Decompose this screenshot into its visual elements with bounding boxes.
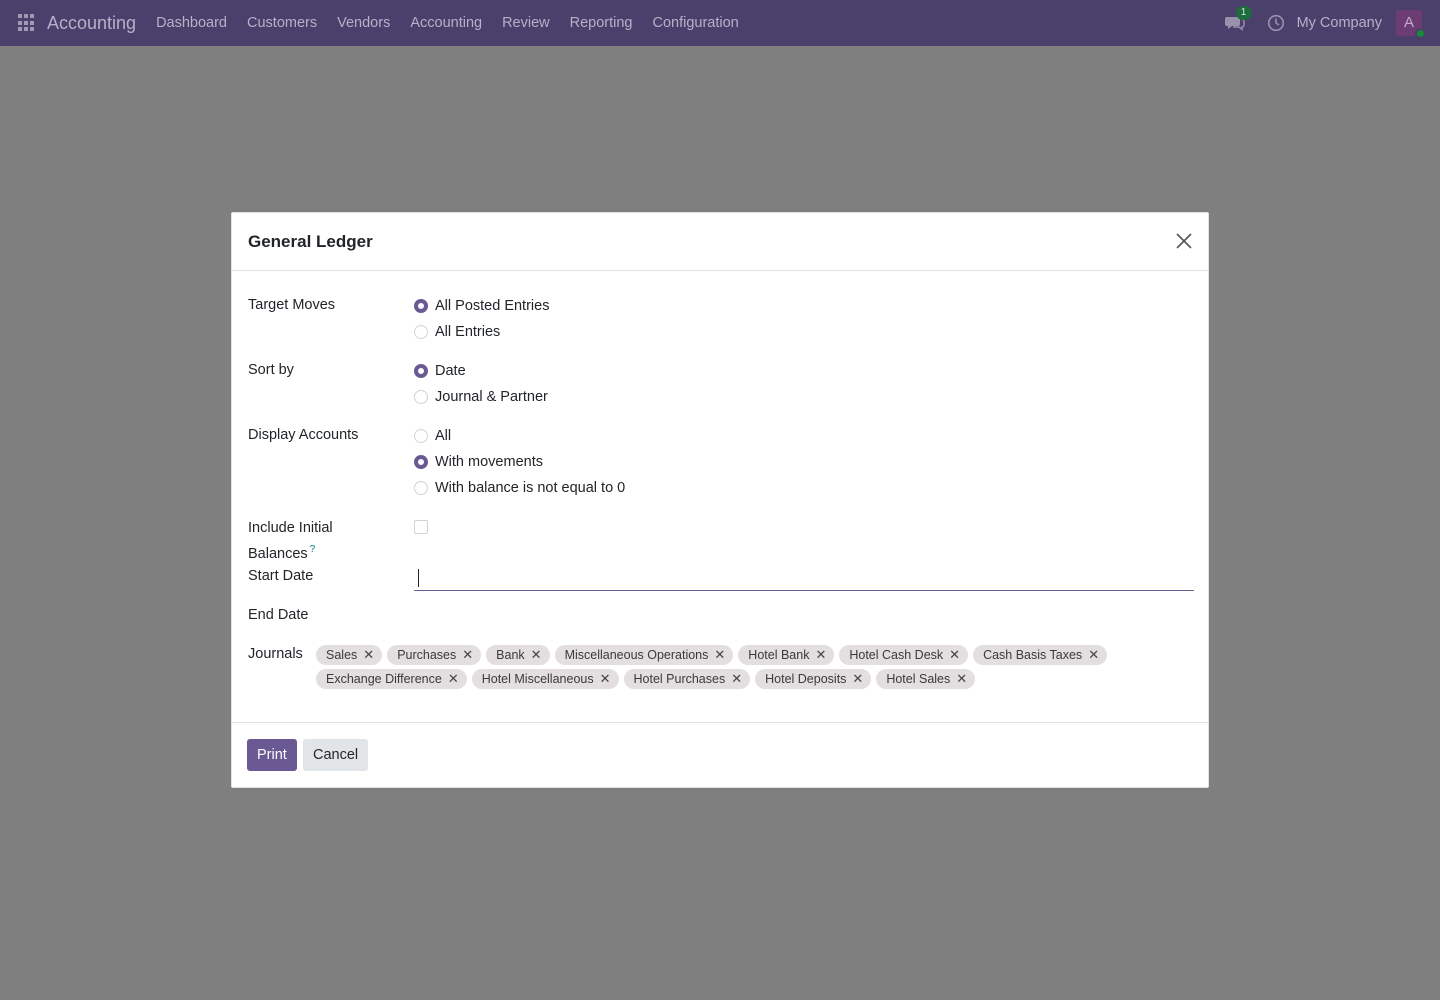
remove-tag-icon[interactable]: ✕ [531, 645, 542, 665]
message-count-badge: 1 [1235, 6, 1252, 20]
radio-button[interactable] [414, 325, 428, 339]
online-status-dot [1415, 28, 1426, 39]
journal-tag: Exchange Difference ✕ [316, 669, 467, 689]
dialog-header: General Ledger [232, 213, 1208, 271]
close-icon[interactable] [1174, 231, 1194, 251]
tag-label: Cash Basis Taxes [983, 648, 1083, 662]
journal-tag: Hotel Bank ✕ [738, 645, 835, 665]
include-initial-balances-checkbox[interactable] [414, 520, 428, 534]
radio-display-all[interactable]: All [414, 426, 451, 446]
menu-accounting[interactable]: Accounting [400, 15, 492, 31]
journals-tag-list: Sales ✕ Purchases ✕ Bank ✕ Miscellaneous Op… [316, 645, 1186, 689]
radio-button-checked[interactable] [414, 455, 428, 469]
remove-tag-icon[interactable]: ✕ [956, 669, 967, 689]
messaging-icon[interactable]: 1 [1224, 6, 1252, 33]
tag-label: Hotel Cash Desk [849, 648, 944, 662]
dialog-title: General Ledger [248, 232, 373, 251]
radio-label: Date [435, 363, 466, 379]
radio-label: Journal & Partner [435, 389, 548, 405]
menu-customers[interactable]: Customers [237, 15, 327, 31]
journal-tag: Hotel Miscellaneous ✕ [471, 669, 619, 689]
remove-tag-icon[interactable]: ✕ [852, 669, 863, 689]
journal-tag: Cash Basis Taxes ✕ [973, 645, 1108, 665]
navbar-systray: 1 My Company A [1224, 0, 1440, 46]
menu-configuration[interactable]: Configuration [643, 15, 749, 31]
radio-label: All Posted Entries [435, 298, 550, 314]
tag-label: Hotel Miscellaneous [481, 672, 594, 686]
journal-tag: Miscellaneous Operations ✕ [554, 645, 734, 665]
journal-tag: Hotel Deposits ✕ [755, 669, 872, 689]
initial-balances-label: Include Initial Balances? [248, 518, 333, 565]
radio-button-checked[interactable] [414, 299, 428, 313]
tag-label: Hotel Purchases [633, 672, 726, 686]
tag-label: Hotel Bank [748, 648, 810, 662]
radio-label: With movements [435, 454, 543, 470]
app-brand[interactable]: Accounting [47, 13, 136, 34]
tag-label: Sales [326, 648, 358, 662]
start-date-input[interactable] [414, 565, 1194, 591]
print-button[interactable]: Print [247, 739, 297, 771]
tag-label: Hotel Deposits [765, 672, 847, 686]
remove-tag-icon[interactable]: ✕ [731, 669, 742, 689]
remove-tag-icon[interactable]: ✕ [448, 669, 459, 689]
display-accounts-label: Display Accounts [248, 427, 359, 443]
help-tooltip-icon[interactable]: ? [310, 544, 316, 555]
journal-tag: Hotel Cash Desk ✕ [839, 645, 969, 665]
radio-display-with-movements[interactable]: With movements [414, 452, 543, 472]
radio-button[interactable] [414, 429, 428, 443]
radio-display-nonzero-balance[interactable]: With balance is not equal to 0 [414, 478, 625, 498]
avatar-initial: A [1403, 14, 1414, 31]
journals-label: Journals [248, 646, 303, 662]
top-navbar: Accounting Dashboard Customers Vendors A… [0, 0, 1440, 46]
menu-reporting[interactable]: Reporting [560, 15, 643, 31]
radio-label: With balance is not equal to 0 [435, 480, 626, 496]
remove-tag-icon[interactable]: ✕ [363, 645, 374, 665]
text-cursor [418, 569, 419, 587]
cancel-button[interactable]: Cancel [303, 739, 369, 771]
remove-tag-icon[interactable]: ✕ [600, 669, 611, 689]
journal-tag: Hotel Sales ✕ [876, 669, 976, 689]
radio-label: All [435, 428, 452, 444]
radio-sort-date[interactable]: Date [414, 361, 466, 381]
radio-button[interactable] [414, 390, 428, 404]
radio-button-checked[interactable] [414, 364, 428, 378]
target-moves-label: Target Moves [248, 297, 336, 313]
menu-review[interactable]: Review [492, 15, 560, 31]
journal-tag: Sales ✕ [316, 645, 383, 665]
user-avatar[interactable]: A [1396, 10, 1426, 39]
menu-dashboard[interactable]: Dashboard [146, 15, 237, 31]
radio-all-posted-entries[interactable]: All Posted Entries [414, 296, 549, 316]
remove-tag-icon[interactable]: ✕ [815, 645, 826, 665]
journal-tag: Bank ✕ [486, 645, 550, 665]
radio-sort-journal-partner[interactable]: Journal & Partner [414, 387, 548, 407]
apps-grid-icon[interactable] [18, 14, 36, 32]
journal-tag: Purchases ✕ [387, 645, 482, 665]
tag-label: Bank [496, 648, 525, 662]
sort-by-label: Sort by [248, 362, 294, 378]
remove-tag-icon[interactable]: ✕ [1088, 645, 1099, 665]
tag-label: Exchange Difference [326, 672, 442, 686]
remove-tag-icon[interactable]: ✕ [949, 645, 960, 665]
radio-button[interactable] [414, 481, 428, 495]
initial-balances-label-line1: Include Initial [248, 520, 333, 536]
activity-clock-icon[interactable] [1267, 14, 1285, 32]
general-ledger-dialog: General Ledger Target Moves All Posted E… [231, 212, 1209, 788]
radio-all-entries[interactable]: All Entries [414, 322, 500, 342]
journal-tag: Hotel Purchases ✕ [623, 669, 751, 689]
menu-vendors[interactable]: Vendors [327, 15, 400, 31]
remove-tag-icon[interactable]: ✕ [462, 645, 473, 665]
remove-tag-icon[interactable]: ✕ [714, 645, 725, 665]
company-switcher[interactable]: My Company [1297, 15, 1382, 31]
tag-label: Purchases [397, 648, 457, 662]
tag-label: Hotel Sales [886, 672, 951, 686]
dialog-footer: Print Cancel [232, 722, 1208, 787]
end-date-label: End Date [248, 607, 309, 623]
start-date-label: Start Date [248, 568, 314, 584]
tag-label: Miscellaneous Operations [564, 648, 709, 662]
initial-balances-label-line2: Balances [248, 545, 308, 562]
radio-label: All Entries [435, 324, 501, 340]
